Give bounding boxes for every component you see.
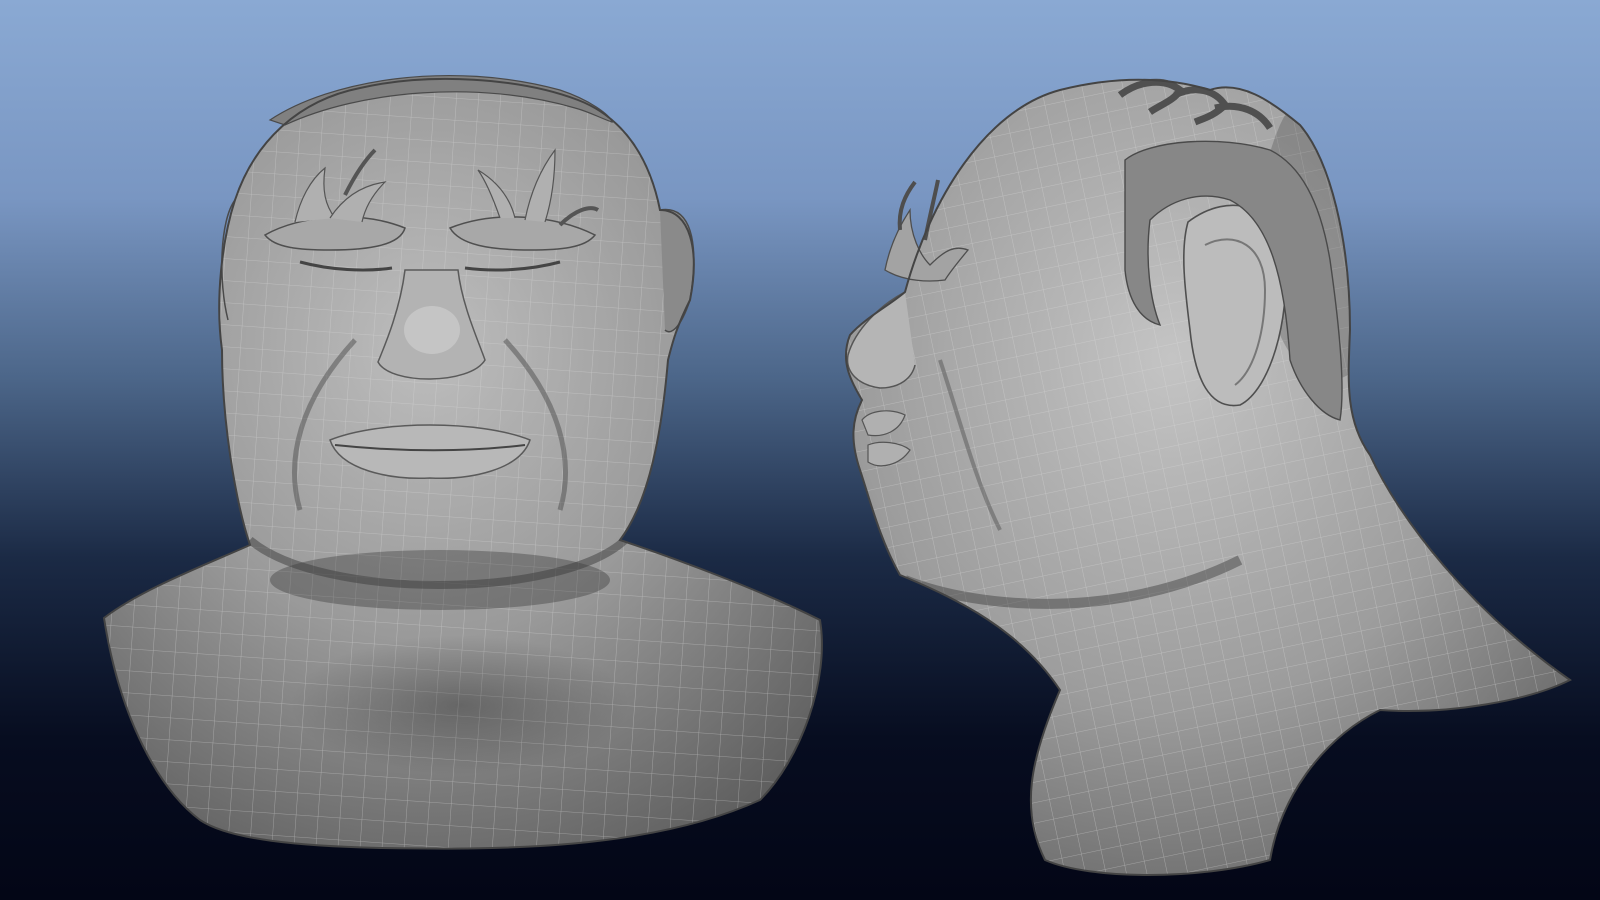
3d-viewport[interactable] [0, 0, 1600, 900]
viewport-canvas[interactable] [0, 0, 1600, 900]
